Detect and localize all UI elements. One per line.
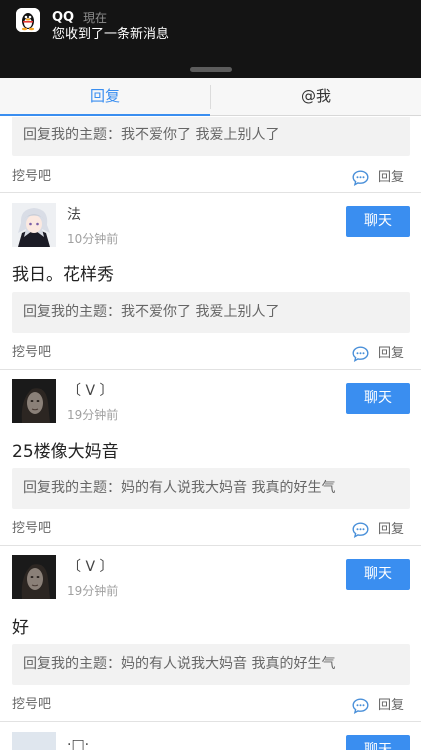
dark-portrait-avatar-icon[interactable] [12,555,56,599]
list-item[interactable]: 回复我的主题：我不爱你了 我爱上别人了 挖号吧 回复 [0,117,421,192]
quoted-topic[interactable]: 回复我的主题：我不爱你了 我爱上别人了 [12,292,410,333]
forum-name[interactable]: 挖号吧 [12,169,51,185]
list-item[interactable]: 〔 V 〕 19分钟前 聊天 好 回复我的主题：妈的有人说我大妈音 我真的好生气… [0,546,421,721]
reply-content[interactable]: 我日。花样秀 [12,264,114,286]
notification-time: 現在 [83,11,108,25]
reply-button[interactable]: 回复 [352,345,412,363]
timestamp: 19分钟前 [67,408,119,422]
list-item[interactable]: ·□· 聊天 [0,722,421,750]
reply-button[interactable]: 回复 [352,169,412,187]
chat-button[interactable]: 聊天 [346,735,410,750]
reply-label: 回复 [378,522,405,537]
notification-message: 您收到了一条新消息 [52,27,170,42]
notification-banner[interactable]: QQ 現在 您收到了一条新消息 [0,0,421,78]
quoted-topic[interactable]: 回复我的主题：妈的有人说我大妈音 我真的好生气 [12,644,410,685]
chat-button[interactable]: 聊天 [346,383,410,414]
dark-portrait-avatar-icon[interactable] [12,379,56,423]
qq-penguin-icon [16,8,40,32]
timestamp: 10分钟前 [67,232,119,246]
username[interactable]: 法 [67,206,81,224]
tab-replies[interactable]: 回复 [0,78,210,116]
reply-feed[interactable]: 回复我的主题：我不爱你了 我爱上别人了 挖号吧 回复 法 10分钟前 聊天 我日… [0,117,421,750]
list-item[interactable]: 〔 V 〕 19分钟前 聊天 25楼像大妈音 回复我的主题：妈的有人说我大妈音 … [0,370,421,545]
chat-button[interactable]: 聊天 [346,559,410,590]
notification-app-name: QQ [52,10,75,25]
forum-name[interactable]: 挖号吧 [12,521,51,537]
comment-icon [352,522,369,538]
tab-mentions[interactable]: @我 [211,78,421,116]
reply-label: 回复 [378,346,405,361]
reply-button[interactable]: 回复 [352,521,412,539]
username[interactable]: ·□· [67,736,89,750]
username[interactable]: 〔 V 〕 [67,558,113,576]
comment-icon [352,698,369,714]
comment-icon [352,170,369,186]
notification-drag-handle[interactable] [190,67,232,72]
forum-name[interactable]: 挖号吧 [12,697,51,713]
tab-bar: 回复 @我 [0,78,421,116]
reply-label: 回复 [378,698,405,713]
reply-label: 回复 [378,170,405,185]
quoted-topic[interactable]: 回复我的主题：妈的有人说我大妈音 我真的好生气 [12,468,410,509]
chat-button[interactable]: 聊天 [346,206,410,237]
comment-icon [352,346,369,362]
reply-content[interactable]: 25楼像大妈音 [12,441,119,463]
username[interactable]: 〔 V 〕 [67,382,113,400]
forum-name[interactable]: 挖号吧 [12,345,51,361]
avatar[interactable] [12,732,56,750]
list-item[interactable]: 法 10分钟前 聊天 我日。花样秀 回复我的主题：我不爱你了 我爱上别人了 挖号… [0,193,421,369]
anime-avatar-icon[interactable] [12,203,56,247]
timestamp: 19分钟前 [67,584,119,598]
reply-button[interactable]: 回复 [352,697,412,715]
quoted-topic[interactable]: 回复我的主题：我不爱你了 我爱上别人了 [12,117,410,156]
reply-content[interactable]: 好 [12,617,29,639]
